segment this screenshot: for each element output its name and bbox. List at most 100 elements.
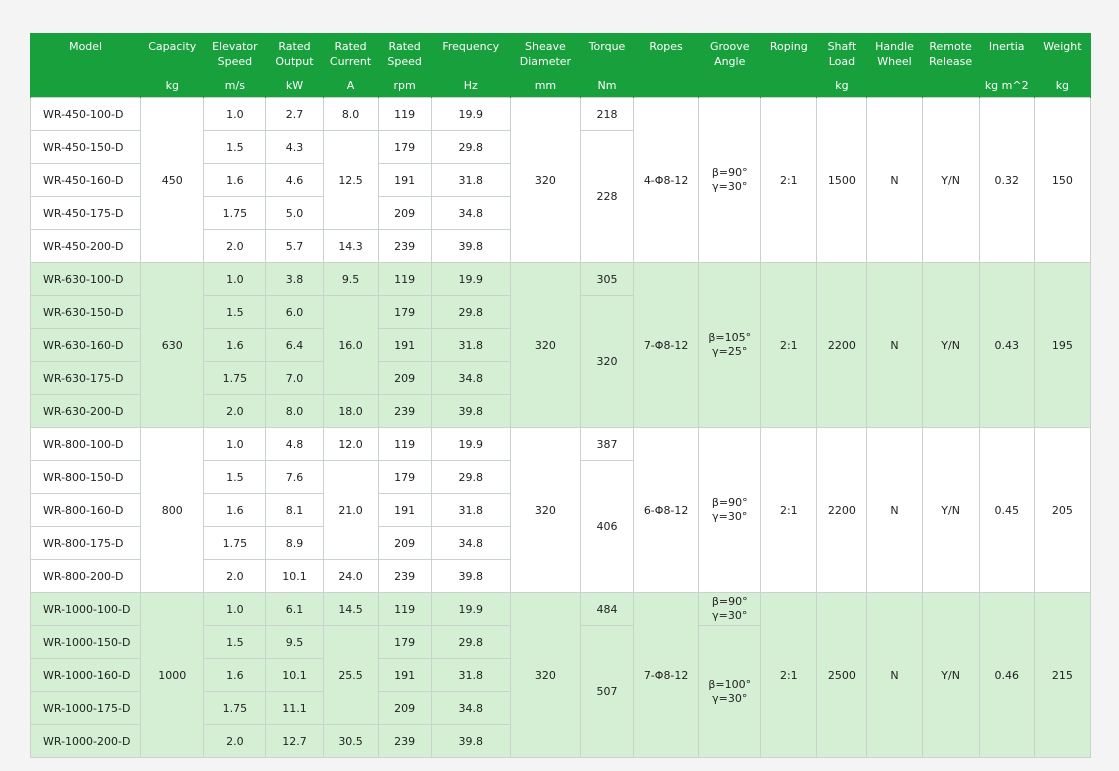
output-cell: 12.7 bbox=[265, 724, 324, 758]
column-header: Elevator Speed bbox=[203, 33, 267, 77]
rated-speed-cell: 179 bbox=[377, 460, 432, 494]
speed-cell: 1.5 bbox=[203, 625, 267, 659]
output-cell: 5.7 bbox=[265, 229, 324, 263]
column-header-label: Elevator bbox=[212, 40, 258, 53]
roping-cell: 2:1 bbox=[760, 592, 818, 758]
output-cell: 10.1 bbox=[265, 559, 324, 593]
rated-speed-cell: 119 bbox=[377, 427, 432, 461]
weight-cell: 195 bbox=[1033, 262, 1092, 428]
output-cell: 8.1 bbox=[265, 493, 324, 527]
column-header: Shaft Load bbox=[816, 33, 868, 77]
rated-speed-cell: 179 bbox=[377, 625, 432, 659]
column-header-label: Diameter bbox=[519, 55, 572, 68]
column-unit bbox=[760, 77, 818, 98]
roping-cell: 2:1 bbox=[760, 97, 818, 263]
motor-spec-table: Model Capacity Elevator Speed Rated Output Rat… bbox=[29, 33, 1092, 758]
speed-cell: 1.5 bbox=[203, 295, 267, 329]
model-cell: WR-1000-100-D bbox=[29, 592, 142, 626]
output-cell: 9.5 bbox=[265, 625, 324, 659]
output-cell: 6.0 bbox=[265, 295, 324, 329]
model-cell: WR-630-160-D bbox=[29, 328, 142, 362]
column-header: Rated Current bbox=[322, 33, 379, 77]
groove-angle-line: β=90° bbox=[711, 166, 748, 179]
column-unit bbox=[866, 77, 923, 98]
column-unit-label: kg m^2 bbox=[984, 79, 1029, 92]
speed-cell: 1.0 bbox=[203, 97, 267, 131]
column-header: Weight bbox=[1033, 33, 1092, 77]
sheave-diameter-cell: 320 bbox=[509, 592, 581, 758]
output-cell: 11.1 bbox=[265, 691, 324, 725]
model-cell: WR-800-100-D bbox=[29, 427, 142, 461]
frequency-cell: 34.8 bbox=[430, 691, 511, 725]
rated-speed-cell: 239 bbox=[377, 724, 432, 758]
current-cell: 21.0 bbox=[322, 460, 379, 560]
rated-speed-cell: 119 bbox=[377, 97, 432, 131]
speed-cell: 2.0 bbox=[203, 229, 267, 263]
groove-angle-line: β=105° bbox=[708, 331, 752, 344]
model-cell: WR-630-100-D bbox=[29, 262, 142, 296]
torque-cell: 387 bbox=[579, 427, 635, 461]
output-cell: 4.3 bbox=[265, 130, 324, 164]
table-row: WR-800-100-D 800 1.0 4.8 12.0 119 19.9 320 387 6-… bbox=[29, 427, 1092, 593]
model-cell: WR-630-150-D bbox=[29, 295, 142, 329]
handle-wheel-cell: N bbox=[866, 592, 923, 758]
current-cell: 8.0 bbox=[322, 97, 379, 131]
frequency-cell: 31.8 bbox=[430, 328, 511, 362]
groove-angle-line: γ=30° bbox=[712, 691, 748, 705]
column-header-label: Inertia bbox=[988, 40, 1025, 53]
column-header-label: Rated bbox=[334, 40, 367, 53]
column-header-label: Load bbox=[828, 55, 856, 68]
frequency-cell: 39.8 bbox=[430, 724, 511, 758]
column-unit-label: mm bbox=[534, 79, 557, 92]
column-header-label: Output bbox=[275, 55, 314, 68]
model-cell: WR-630-175-D bbox=[29, 361, 142, 395]
column-header-label: Roping bbox=[769, 40, 808, 53]
shaft-load-cell: 2500 bbox=[816, 592, 868, 758]
sheave-diameter-cell: 320 bbox=[509, 427, 581, 593]
current-cell: 24.0 bbox=[322, 559, 379, 593]
groove-angle-line: γ=30° bbox=[712, 180, 748, 193]
sheave-diameter-cell: 320 bbox=[509, 262, 581, 428]
groove-angle-line: γ=30° bbox=[712, 609, 748, 622]
column-header-label: Angle bbox=[714, 55, 746, 68]
frequency-cell: 39.8 bbox=[430, 559, 511, 593]
column-header-label: Ropes bbox=[649, 40, 683, 53]
rated-speed-cell: 209 bbox=[377, 526, 432, 560]
rated-speed-cell: 209 bbox=[377, 691, 432, 725]
output-cell: 10.1 bbox=[265, 658, 324, 692]
torque-cell: 507 bbox=[579, 625, 635, 758]
speed-cell: 1.75 bbox=[203, 691, 267, 725]
model-cell: WR-1000-160-D bbox=[29, 658, 142, 692]
column-header: Remote Release bbox=[921, 33, 980, 77]
shaft-load-cell: 2200 bbox=[816, 262, 868, 428]
column-unit-label: kg bbox=[1055, 79, 1070, 92]
roping-cell: 2:1 bbox=[760, 427, 818, 593]
ropes-cell: 7-Φ8-12 bbox=[633, 592, 700, 758]
speed-cell: 1.5 bbox=[203, 130, 267, 164]
output-cell: 8.0 bbox=[265, 394, 324, 428]
column-unit: kg m^2 bbox=[978, 77, 1035, 98]
remote-release-cell: Y/N bbox=[921, 97, 980, 263]
column-header: Torque bbox=[579, 33, 635, 77]
sheave-diameter-cell: 320 bbox=[509, 97, 581, 263]
column-unit-label: kg bbox=[165, 79, 179, 92]
column-unit-label: Nm bbox=[597, 79, 617, 92]
column-unit: m/s bbox=[203, 77, 267, 98]
column-header: Handle Wheel bbox=[866, 33, 923, 77]
column-unit: Hz bbox=[430, 77, 511, 98]
roping-cell: 2:1 bbox=[760, 262, 818, 428]
speed-cell: 1.75 bbox=[203, 526, 267, 560]
groove-angle-line: γ=30° bbox=[712, 510, 748, 523]
frequency-cell: 29.8 bbox=[430, 295, 511, 329]
speed-cell: 1.6 bbox=[203, 493, 267, 527]
column-header-label: Frequency bbox=[442, 40, 500, 53]
column-header: Sheave Diameter bbox=[509, 33, 581, 77]
column-header-label: Sheave bbox=[525, 40, 566, 53]
ropes-cell: 7-Φ8-12 bbox=[633, 262, 700, 428]
column-unit-label: m/s bbox=[224, 79, 245, 92]
output-cell: 5.0 bbox=[265, 196, 324, 230]
inertia-cell: 0.32 bbox=[978, 97, 1035, 263]
column-unit: A bbox=[322, 77, 379, 98]
column-header-label: Current bbox=[329, 55, 372, 68]
remote-release-cell: Y/N bbox=[921, 262, 980, 428]
